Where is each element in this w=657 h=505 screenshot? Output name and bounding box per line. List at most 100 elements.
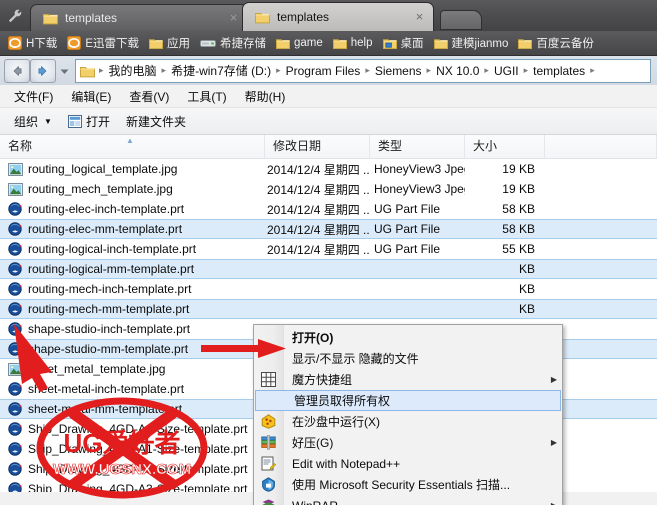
- breadcrumb-item-5[interactable]: UGII: [490, 64, 523, 78]
- menu-item-label: 在沙盘中运行(X): [292, 415, 380, 429]
- folder-icon: [80, 63, 95, 78]
- file-name-cell[interactable]: routing_logical_template.jpg: [0, 162, 265, 176]
- image-file-icon: [8, 362, 23, 376]
- tab-label: templates: [277, 10, 330, 24]
- table-row[interactable]: routing-elec-inch-template.prt 2014/12/4 …: [0, 199, 657, 219]
- breadcrumb-item-0[interactable]: 我的电脑: [105, 62, 161, 79]
- breadcrumb-item-4[interactable]: NX 10.0: [432, 64, 483, 78]
- ug-part-icon: [8, 242, 22, 256]
- bookmark-help[interactable]: help: [328, 35, 378, 52]
- menu-item[interactable]: 管理员取得所有权: [255, 390, 561, 411]
- menu-item[interactable]: 在沙盘中运行(X): [254, 411, 562, 432]
- file-type-cell: UG Part File: [374, 202, 441, 216]
- file-name-cell[interactable]: routing-mech-mm-template.prt: [0, 302, 265, 316]
- menu-view[interactable]: 查看(V): [129, 88, 169, 105]
- file-date-cell: 2014/12/4 星期四 ...: [267, 182, 370, 197]
- file-name-label: shape-studio-mm-template.prt: [28, 342, 189, 356]
- file-name-cell[interactable]: routing-logical-mm-template.prt: [0, 262, 265, 276]
- breadcrumb[interactable]: ▸ 我的电脑 ▸ 希捷-win7存储 (D:) ▸ Program Files …: [75, 58, 651, 83]
- menu-item[interactable]: 好压(G) ▶: [254, 432, 562, 453]
- ug-part-icon: [8, 402, 22, 416]
- table-row[interactable]: routing-mech-mm-template.prt KB: [0, 299, 657, 319]
- file-date-cell: 2014/12/4 星期四 ...: [267, 162, 370, 177]
- file-name-cell[interactable]: Ship_Drawing_4GD-A2-Size-template.prt: [0, 462, 265, 476]
- file-name-cell[interactable]: sheet-metal-inch-template.prt: [0, 382, 265, 396]
- menu-item[interactable]: 显示/不显示 隐藏的文件: [254, 348, 562, 369]
- column-header-spare[interactable]: [545, 135, 657, 158]
- file-name-cell[interactable]: shape-studio-mm-template.prt: [0, 342, 265, 356]
- file-name-cell[interactable]: routing-mech-inch-template.prt: [0, 282, 265, 296]
- context-menu[interactable]: 打开(O) 显示/不显示 隐藏的文件 魔方快捷组 ▶ 管理员取得所有权 在沙盘中运行(X)…: [253, 324, 563, 505]
- menu-item[interactable]: 打开(O): [254, 327, 562, 348]
- history-dropdown-button[interactable]: [56, 60, 72, 82]
- file-name-cell[interactable]: Ship_Drawing_4GD-A1-Size-template.prt: [0, 442, 265, 456]
- close-icon[interactable]: ×: [226, 10, 241, 26]
- menu-item-label: 魔方快捷组: [292, 373, 353, 387]
- folder-icon: [148, 37, 163, 50]
- breadcrumb-item-3[interactable]: Siemens: [371, 64, 426, 78]
- bookmark-jianmo[interactable]: 建模jianmo: [429, 33, 514, 53]
- menu-item[interactable]: 使用 Microsoft Security Essentials 扫描...: [254, 474, 562, 495]
- file-size-cell: 58 KB: [502, 202, 535, 216]
- menu-tools[interactable]: 工具(T): [187, 88, 226, 105]
- file-name-cell[interactable]: routing-elec-mm-template.prt: [0, 222, 265, 236]
- menu-item[interactable]: Edit with Notepad++: [254, 453, 562, 474]
- file-date-cell: 2014/12/4 星期四 ...: [267, 222, 370, 237]
- bookmark-e-thunder-download[interactable]: E迅雷下载: [62, 33, 144, 53]
- back-button[interactable]: [4, 58, 30, 83]
- close-icon[interactable]: ×: [412, 9, 427, 25]
- folder-icon: [43, 11, 58, 25]
- tab-templates-1[interactable]: templates ×: [30, 4, 248, 31]
- menu-item-label: 管理员取得所有权: [294, 394, 391, 408]
- file-name-label: Ship_Drawing_4GD-A3-Size-template.prt: [28, 482, 248, 492]
- bookmark-h-download[interactable]: H下载: [3, 33, 62, 53]
- menu-edit[interactable]: 编辑(E): [71, 88, 111, 105]
- file-name-cell[interactable]: Ship_Drawing_4GD-A0-Size-template.prt: [0, 422, 265, 436]
- organize-button[interactable]: 组织 ▼: [14, 113, 52, 130]
- breadcrumb-item-6[interactable]: templates: [529, 64, 589, 78]
- haozip-icon: [261, 435, 276, 450]
- wrench-icon[interactable]: [0, 0, 30, 31]
- new-folder-button[interactable]: 新建文件夹: [126, 113, 186, 130]
- ug-part-icon: [8, 282, 22, 296]
- file-name-cell[interactable]: routing_mech_template.jpg: [0, 182, 265, 196]
- table-row[interactable]: routing_mech_template.jpg 2014/12/4 星期四 .…: [0, 179, 657, 199]
- ug-part-icon: [8, 382, 22, 396]
- file-name-cell[interactable]: routing-logical-inch-template.prt: [0, 242, 265, 256]
- tab-templates-2[interactable]: templates ×: [242, 2, 434, 31]
- column-header-size[interactable]: 大小: [465, 135, 545, 158]
- table-row[interactable]: routing-elec-mm-template.prt 2014/12/4 星期…: [0, 219, 657, 239]
- file-name-cell[interactable]: routing-elec-inch-template.prt: [0, 202, 265, 216]
- haozip-icon: [254, 432, 283, 453]
- menu-item[interactable]: WinRAR▶: [254, 495, 562, 505]
- menu-item-label: Edit with Notepad++: [292, 456, 401, 471]
- ug-part-icon: [8, 202, 22, 216]
- table-row[interactable]: routing-logical-inch-template.prt 2014/12…: [0, 239, 657, 259]
- file-name-cell[interactable]: shape-studio-inch-template.prt: [0, 322, 265, 336]
- forward-button[interactable]: [30, 58, 56, 83]
- table-row[interactable]: routing_logical_template.jpg 2014/12/4 星期…: [0, 159, 657, 179]
- new-tab-button[interactable]: [440, 10, 482, 30]
- file-size-cell: 19 KB: [502, 162, 535, 176]
- file-size-cell: KB: [518, 262, 535, 276]
- breadcrumb-item-2[interactable]: Program Files: [282, 64, 365, 78]
- file-name-cell[interactable]: sheet-metal-mm-template.prt: [0, 402, 265, 416]
- menu-item[interactable]: 魔方快捷组 ▶: [254, 369, 562, 390]
- menu-file[interactable]: 文件(F): [14, 88, 53, 105]
- file-name-cell[interactable]: sheet_metal_template.jpg: [0, 362, 265, 376]
- bookmark-baiduyun-backup[interactable]: 百度云备份: [513, 33, 599, 53]
- table-row[interactable]: routing-mech-inch-template.prt KB: [0, 279, 657, 299]
- column-header-date[interactable]: 修改日期: [265, 135, 370, 158]
- bookmark-game[interactable]: game: [271, 35, 328, 52]
- submenu-arrow-icon: ▶: [546, 501, 562, 505]
- bookmark-apps[interactable]: 应用: [144, 33, 195, 53]
- bookmark-desktop[interactable]: 桌面: [378, 33, 429, 53]
- menu-help[interactable]: 帮助(H): [245, 88, 286, 105]
- table-row[interactable]: routing-logical-mm-template.prt KB: [0, 259, 657, 279]
- file-name-cell[interactable]: Ship_Drawing_4GD-A3-Size-template.prt: [0, 482, 265, 492]
- organize-label: 组织: [14, 114, 39, 129]
- open-button[interactable]: 打开: [67, 113, 110, 130]
- bookmark-seagate-storage[interactable]: 希捷存储: [195, 33, 271, 53]
- column-header-type[interactable]: 类型: [370, 135, 465, 158]
- breadcrumb-item-1[interactable]: 希捷-win7存储 (D:): [167, 62, 275, 79]
